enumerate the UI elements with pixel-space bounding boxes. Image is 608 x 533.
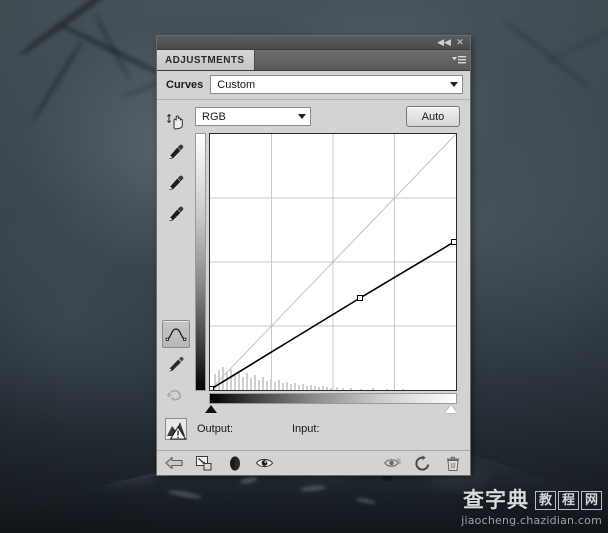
watermark-char: 教	[534, 491, 556, 510]
watermark-url: jiaocheng.chazidian.com	[461, 514, 602, 527]
close-icon[interactable]: ✕	[453, 37, 467, 48]
eyedropper-white-point-icon[interactable]	[162, 200, 190, 228]
watermark-boxed-chars: 教 程 网	[534, 491, 602, 510]
curve-readout-row: Output: Input:	[157, 410, 470, 450]
toggle-layer-visibility-icon[interactable]	[255, 454, 274, 472]
output-gradient-bar	[195, 133, 206, 391]
channel-dropdown[interactable]: RGB	[195, 107, 311, 126]
output-readout: Output:	[197, 423, 292, 435]
reset-adjustment-icon[interactable]	[413, 454, 432, 472]
auto-button[interactable]: Auto	[406, 106, 460, 127]
curve-plot[interactable]	[210, 134, 456, 390]
panel-titlebar[interactable]: ◀◀ ✕	[157, 36, 470, 50]
panel-menu-icon[interactable]	[448, 50, 470, 70]
clip-to-layer-icon[interactable]	[195, 454, 214, 472]
preview-previous-state-icon[interactable]	[383, 454, 402, 472]
preset-row: Curves Custom	[157, 71, 470, 100]
panel-bottom-toolbar	[157, 450, 470, 475]
watermark-char: 网	[580, 491, 602, 510]
preset-value: Custom	[217, 78, 256, 91]
adjustment-type-label: Curves	[166, 78, 204, 91]
black-point-slider[interactable]	[205, 405, 217, 413]
curve-control-point	[357, 295, 363, 301]
channel-value: RGB	[202, 110, 226, 123]
curves-graph	[195, 133, 459, 413]
screenshot-root: 查字典 教 程 网 jiaocheng.chazidian.com ◀◀ ✕ A…	[0, 0, 608, 533]
curves-graph-column: RGB Auto	[195, 100, 470, 413]
return-to-adjustment-list-icon[interactable]	[165, 454, 184, 472]
watermark-logo: 查字典	[462, 488, 529, 512]
curves-tool-rail	[157, 100, 195, 410]
preset-dropdown[interactable]: Custom	[210, 75, 463, 94]
white-point-slider[interactable]	[445, 405, 457, 413]
curve-control-point	[451, 239, 456, 245]
smooth-curve-icon[interactable]	[162, 382, 190, 410]
adjustments-panel: ◀◀ ✕ ADJUSTMENTS Curves Custom RGB Auto …	[157, 36, 470, 475]
panel-body: RGB Auto	[157, 100, 470, 413]
eyedropper-black-point-icon[interactable]	[162, 138, 190, 166]
watermark: 查字典 教 程 网 jiaocheng.chazidian.com	[461, 490, 602, 527]
on-image-adjust-tool[interactable]	[162, 107, 190, 135]
curve-warning-icon	[165, 418, 187, 440]
watermark-char: 程	[557, 491, 579, 510]
tabstrip-filler	[255, 50, 448, 70]
panel-tabstrip: ADJUSTMENTS	[157, 50, 470, 71]
tab-adjustments[interactable]: ADJUSTMENTS	[157, 50, 256, 70]
curve-point-tool-icon[interactable]	[162, 320, 190, 348]
input-gradient-bar	[209, 393, 457, 404]
chevron-down-icon	[450, 82, 458, 87]
chevron-down-icon	[298, 114, 306, 119]
input-readout: Input:	[292, 423, 320, 435]
curve-grid[interactable]	[209, 133, 457, 391]
eyedropper-gray-point-icon[interactable]	[162, 169, 190, 197]
collapse-double-arrow-icon[interactable]: ◀◀	[437, 37, 451, 48]
channel-row: RGB Auto	[195, 106, 460, 127]
pencil-draw-curve-icon[interactable]	[162, 351, 190, 379]
toggle-layer-mask-icon[interactable]	[225, 454, 244, 472]
output-label: Output:	[197, 423, 234, 435]
curve-control-point	[210, 386, 214, 390]
delete-adjustment-layer-icon[interactable]	[443, 454, 462, 472]
input-label: Input:	[292, 423, 320, 435]
